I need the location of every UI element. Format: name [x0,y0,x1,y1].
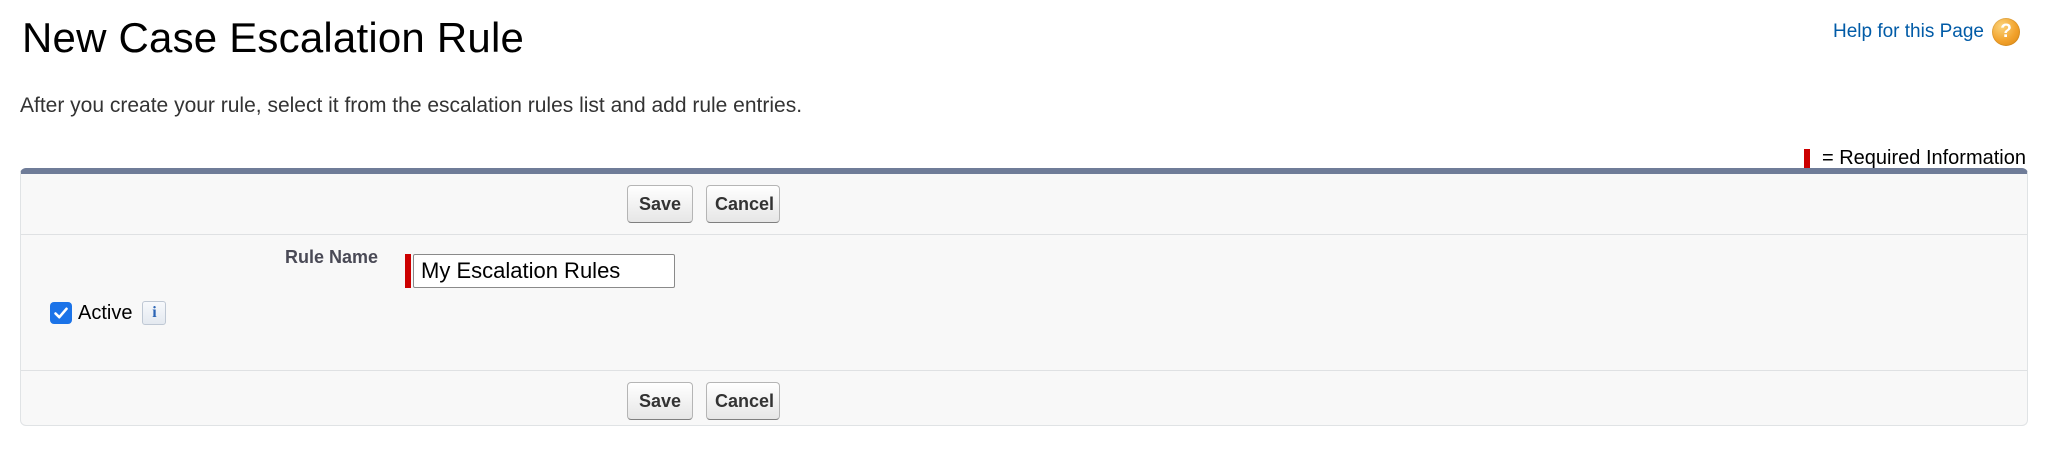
top-button-group: Save Cancel [627,185,780,223]
required-legend-label: = Required Information [1821,147,2026,169]
rule-name-input[interactable] [413,254,675,288]
checkmark-icon [54,307,68,319]
rule-name-label: Rule Name [284,247,378,267]
page-description: After you create your rule, select it fr… [20,94,803,117]
save-button-bottom[interactable]: Save [627,382,693,420]
help-for-this-page-link[interactable]: Help for this Page ? [1833,18,2020,46]
help-link-label: Help for this Page [1832,21,1984,42]
bottom-button-group: Save Cancel [627,382,780,420]
help-question-icon: ? [1992,18,2020,46]
save-button-top[interactable]: Save [627,185,693,223]
active-field: Active i [50,301,167,325]
required-information-legend: = Required Information [1803,147,2026,170]
cancel-button-top[interactable]: Cancel [706,185,780,223]
cancel-button-bottom[interactable]: Cancel [706,382,780,420]
active-checkbox[interactable] [50,302,72,324]
info-icon[interactable]: i [142,301,167,325]
rule-edit-panel: Save Cancel Save Cancel [20,168,2028,426]
active-label: Active [78,301,133,324]
page-title: New Case Escalation Rule [22,14,525,61]
required-indicator-icon [1803,148,1810,169]
page: New Case Escalation Rule Help for this P… [0,0,2048,466]
rule-name-required-indicator [405,254,411,288]
bottom-button-row: Save Cancel [21,370,2027,431]
top-button-row: Save Cancel [21,174,2027,235]
